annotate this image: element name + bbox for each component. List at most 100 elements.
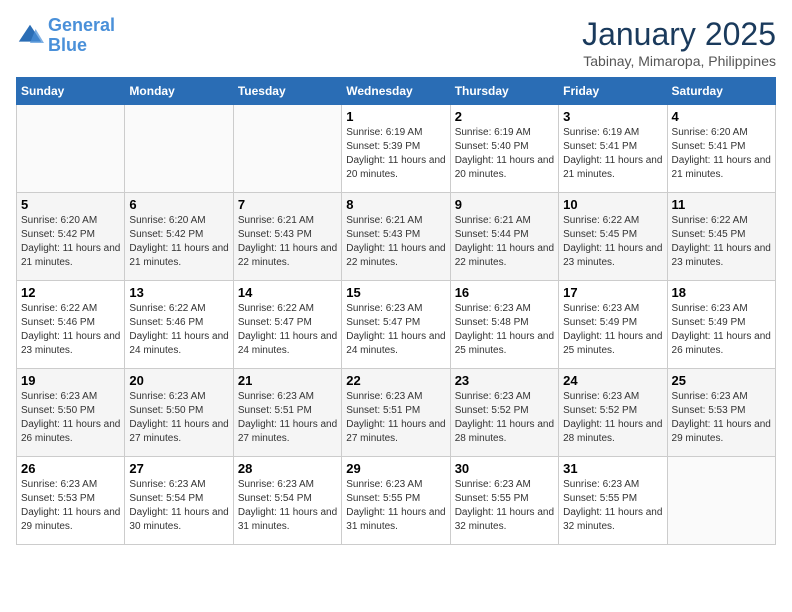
day-info: Sunrise: 6:22 AMSunset: 5:46 PMDaylight:… [21, 302, 120, 358]
calendar-cell: 18 Sunrise: 6:23 AMSunset: 5:49 PMDayligh… [667, 281, 775, 369]
day-info: Sunrise: 6:21 AMSunset: 5:43 PMDaylight:… [238, 214, 337, 270]
day-info: Sunrise: 6:19 AMSunset: 5:41 PMDaylight:… [563, 126, 662, 182]
day-info: Sunrise: 6:23 AMSunset: 5:51 PMDaylight:… [346, 390, 445, 446]
day-number: 25 [672, 373, 771, 388]
calendar-cell [233, 105, 341, 193]
weekday-header-row: SundayMondayTuesdayWednesdayThursdayFrid… [17, 78, 776, 105]
calendar-cell: 29Sunrise: 6:23 AMSunset: 5:55 PMDayligh… [342, 457, 450, 545]
day-number: 31 [563, 461, 662, 476]
day-info: Sunrise: 6:23 AMSunset: 5:55 PMDaylight:… [563, 478, 662, 534]
calendar-cell: 16Sunrise: 6:23 AMSunset: 5:48 PMDayligh… [450, 281, 558, 369]
calendar-cell: 13 Sunrise: 6:22 AMSunset: 5:46 PMDayligh… [125, 281, 233, 369]
day-info: Sunrise: 6:23 AMSunset: 5:51 PMDaylight:… [238, 390, 337, 446]
day-info: Sunrise: 6:23 AMSunset: 5:52 PMDaylight:… [563, 390, 662, 446]
day-number: 17 [563, 285, 662, 300]
day-number: 3 [563, 109, 662, 124]
day-info: Sunrise: 6:23 AMSunset: 5:49 PMDaylight:… [672, 302, 771, 358]
calendar-cell: 30Sunrise: 6:23 AMSunset: 5:55 PMDayligh… [450, 457, 558, 545]
calendar-cell: 11 Sunrise: 6:22 AMSunset: 5:45 PMDayligh… [667, 193, 775, 281]
calendar-cell: 22 Sunrise: 6:23 AMSunset: 5:51 PMDayligh… [342, 369, 450, 457]
calendar-cell: 20 Sunrise: 6:23 AMSunset: 5:50 PMDayligh… [125, 369, 233, 457]
page-header: General Blue January 2025 Tabinay, Mimar… [16, 16, 776, 69]
calendar-cell: 19Sunrise: 6:23 AMSunset: 5:50 PMDayligh… [17, 369, 125, 457]
day-info: Sunrise: 6:23 AMSunset: 5:54 PMDaylight:… [238, 478, 337, 534]
day-info: Sunrise: 6:22 AMSunset: 5:47 PMDaylight:… [238, 302, 337, 358]
calendar-week-row: 19Sunrise: 6:23 AMSunset: 5:50 PMDayligh… [17, 369, 776, 457]
calendar-cell: 21 Sunrise: 6:23 AMSunset: 5:51 PMDayligh… [233, 369, 341, 457]
day-number: 14 [238, 285, 337, 300]
calendar-week-row: 5 Sunrise: 6:20 AMSunset: 5:42 PMDaylight… [17, 193, 776, 281]
calendar-week-row: 12 Sunrise: 6:22 AMSunset: 5:46 PMDayligh… [17, 281, 776, 369]
calendar-cell: 17Sunrise: 6:23 AMSunset: 5:49 PMDayligh… [559, 281, 667, 369]
day-info: Sunrise: 6:23 AMSunset: 5:47 PMDaylight:… [346, 302, 445, 358]
day-info: Sunrise: 6:23 AMSunset: 5:54 PMDaylight:… [129, 478, 228, 534]
day-info: Sunrise: 6:23 AMSunset: 5:52 PMDaylight:… [455, 390, 554, 446]
month-title: January 2025 [582, 16, 776, 53]
calendar-cell: 23 Sunrise: 6:23 AMSunset: 5:52 PMDayligh… [450, 369, 558, 457]
day-number: 10 [563, 197, 662, 212]
day-number: 5 [21, 197, 120, 212]
day-number: 11 [672, 197, 771, 212]
calendar-cell: 9 Sunrise: 6:21 AMSunset: 5:44 PMDaylight… [450, 193, 558, 281]
calendar-cell: 2 Sunrise: 6:19 AMSunset: 5:40 PMDaylight… [450, 105, 558, 193]
day-number: 15 [346, 285, 445, 300]
day-number: 23 [455, 373, 554, 388]
day-info: Sunrise: 6:23 AMSunset: 5:48 PMDaylight:… [455, 302, 554, 358]
day-info: Sunrise: 6:22 AMSunset: 5:45 PMDaylight:… [563, 214, 662, 270]
calendar-cell: 24 Sunrise: 6:23 AMSunset: 5:52 PMDayligh… [559, 369, 667, 457]
day-info: Sunrise: 6:23 AMSunset: 5:53 PMDaylight:… [672, 390, 771, 446]
day-info: Sunrise: 6:22 AMSunset: 5:45 PMDaylight:… [672, 214, 771, 270]
calendar-cell: 8 Sunrise: 6:21 AMSunset: 5:43 PMDaylight… [342, 193, 450, 281]
calendar-cell: 3 Sunrise: 6:19 AMSunset: 5:41 PMDaylight… [559, 105, 667, 193]
calendar-week-row: 26 Sunrise: 6:23 AMSunset: 5:53 PMDayligh… [17, 457, 776, 545]
weekday-header: Wednesday [342, 78, 450, 105]
calendar-cell [125, 105, 233, 193]
calendar-cell: 10 Sunrise: 6:22 AMSunset: 5:45 PMDayligh… [559, 193, 667, 281]
day-number: 20 [129, 373, 228, 388]
day-info: Sunrise: 6:20 AMSunset: 5:42 PMDaylight:… [129, 214, 228, 270]
day-number: 26 [21, 461, 120, 476]
logo-line2: Blue [48, 35, 87, 55]
day-number: 12 [21, 285, 120, 300]
calendar-cell: 6Sunrise: 6:20 AMSunset: 5:42 PMDaylight… [125, 193, 233, 281]
calendar-cell: 12 Sunrise: 6:22 AMSunset: 5:46 PMDayligh… [17, 281, 125, 369]
day-number: 22 [346, 373, 445, 388]
day-info: Sunrise: 6:23 AMSunset: 5:50 PMDaylight:… [129, 390, 228, 446]
day-number: 7 [238, 197, 337, 212]
calendar-cell: 28Sunrise: 6:23 AMSunset: 5:54 PMDayligh… [233, 457, 341, 545]
day-info: Sunrise: 6:21 AMSunset: 5:44 PMDaylight:… [455, 214, 554, 270]
calendar-cell [667, 457, 775, 545]
day-number: 30 [455, 461, 554, 476]
day-number: 1 [346, 109, 445, 124]
day-number: 8 [346, 197, 445, 212]
weekday-header: Sunday [17, 78, 125, 105]
calendar-cell: 25 Sunrise: 6:23 AMSunset: 5:53 PMDayligh… [667, 369, 775, 457]
logo-icon [16, 22, 44, 50]
day-number: 29 [346, 461, 445, 476]
day-number: 21 [238, 373, 337, 388]
calendar-table: SundayMondayTuesdayWednesdayThursdayFrid… [16, 77, 776, 545]
calendar-cell: 5Sunrise: 6:20 AMSunset: 5:42 PMDaylight… [17, 193, 125, 281]
calendar-cell: 4 Sunrise: 6:20 AMSunset: 5:41 PMDaylight… [667, 105, 775, 193]
day-info: Sunrise: 6:23 AMSunset: 5:53 PMDaylight:… [21, 478, 120, 534]
calendar-week-row: 1Sunrise: 6:19 AMSunset: 5:39 PMDaylight… [17, 105, 776, 193]
day-number: 4 [672, 109, 771, 124]
day-info: Sunrise: 6:19 AMSunset: 5:40 PMDaylight:… [455, 126, 554, 182]
day-info: Sunrise: 6:22 AMSunset: 5:46 PMDaylight:… [129, 302, 228, 358]
calendar-cell: 31 Sunrise: 6:23 AMSunset: 5:55 PMDayligh… [559, 457, 667, 545]
weekday-header: Saturday [667, 78, 775, 105]
day-number: 2 [455, 109, 554, 124]
weekday-header: Thursday [450, 78, 558, 105]
day-number: 27 [129, 461, 228, 476]
day-number: 24 [563, 373, 662, 388]
weekday-header: Monday [125, 78, 233, 105]
day-number: 18 [672, 285, 771, 300]
calendar-cell: 15 Sunrise: 6:23 AMSunset: 5:47 PMDayligh… [342, 281, 450, 369]
day-info: Sunrise: 6:20 AMSunset: 5:41 PMDaylight:… [672, 126, 771, 182]
calendar-cell: 1Sunrise: 6:19 AMSunset: 5:39 PMDaylight… [342, 105, 450, 193]
location-subtitle: Tabinay, Mimaropa, Philippines [582, 53, 776, 69]
day-info: Sunrise: 6:21 AMSunset: 5:43 PMDaylight:… [346, 214, 445, 270]
calendar-cell: 7 Sunrise: 6:21 AMSunset: 5:43 PMDaylight… [233, 193, 341, 281]
day-number: 9 [455, 197, 554, 212]
day-number: 13 [129, 285, 228, 300]
